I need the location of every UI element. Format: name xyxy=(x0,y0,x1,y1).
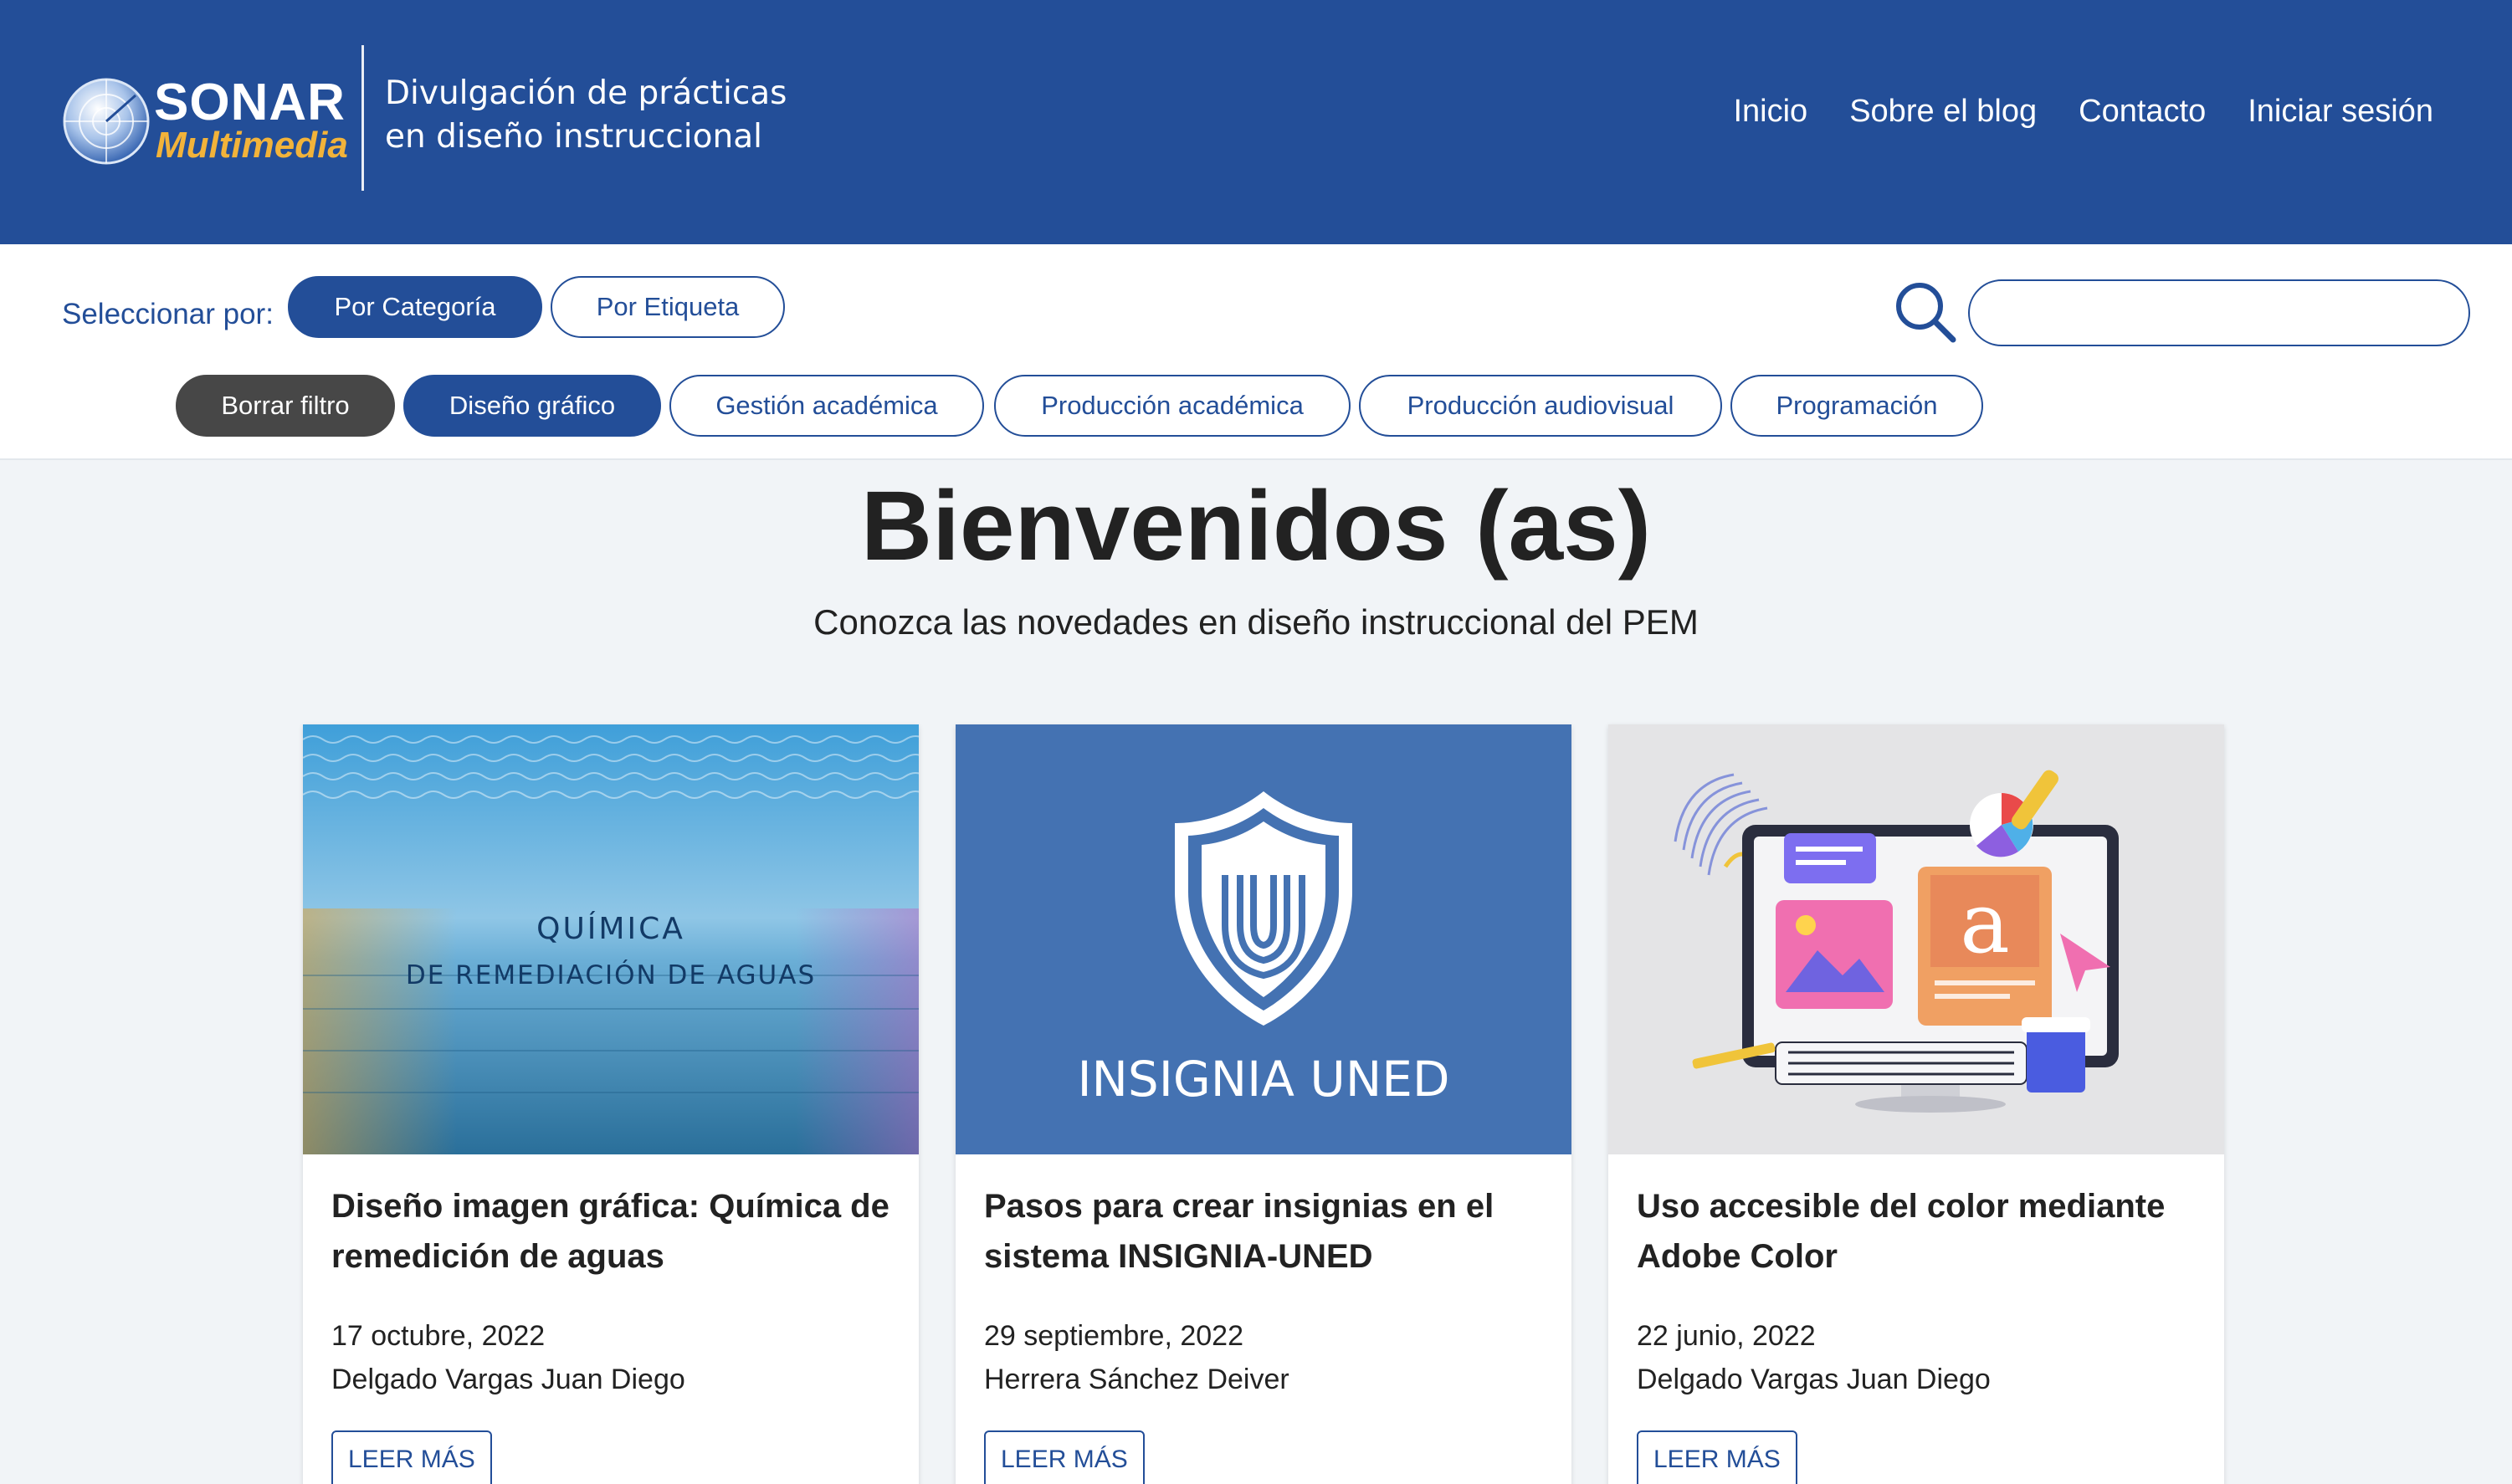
nav-link-sobre-el-blog[interactable]: Sobre el blog xyxy=(1849,94,2037,130)
post-thumbnail-insignia[interactable]: INSIGNIA UNED xyxy=(956,724,1571,1154)
post-author: Delgado Vargas Juan Diego xyxy=(331,1364,685,1395)
post-author: Herrera Sánchez Deiver xyxy=(984,1364,1289,1395)
category-diseno-grafico[interactable]: Diseño gráfico xyxy=(403,375,661,437)
post-date: 22 junio, 2022 xyxy=(1637,1320,1816,1352)
thumbnail-insignia-title: INSIGNIA UNED xyxy=(1077,1051,1449,1108)
post-author: Delgado Vargas Juan Diego xyxy=(1637,1364,1991,1395)
post-date: 29 septiembre, 2022 xyxy=(984,1320,1243,1352)
category-programacion[interactable]: Programación xyxy=(1730,375,1983,437)
site-logo[interactable]: SONAR Multimedia xyxy=(59,70,351,179)
post-card[interactable]: INSIGNIA UNED Pasos para crear insignias… xyxy=(956,724,1571,1484)
site-tagline: Divulgación de prácticas en diseño instr… xyxy=(385,72,820,159)
clear-filter-button[interactable]: Borrar filtro xyxy=(176,375,395,437)
post-thumbnail-quimica[interactable]: QUÍMICA DE REMEDIACIÓN DE AGUAS xyxy=(303,724,919,1154)
main-nav: Inicio Sobre el blog Contacto Iniciar se… xyxy=(1733,94,2433,130)
category-produccion-audiovisual[interactable]: Producción audiovisual xyxy=(1359,375,1722,437)
search-input[interactable] xyxy=(1968,279,2470,346)
thumbnail-quimica-title: QUÍMICA xyxy=(536,911,685,946)
post-card[interactable]: QUÍMICA DE REMEDIACIÓN DE AGUAS Diseño i… xyxy=(303,724,919,1484)
search-icon[interactable] xyxy=(1894,281,1956,343)
site-header: SONAR Multimedia Divulgación de práctica… xyxy=(0,0,2512,244)
nav-link-inicio[interactable]: Inicio xyxy=(1733,94,1807,130)
post-thumbnail-adobe-color[interactable]: a xyxy=(1608,724,2224,1154)
tagline-line-2: en diseño instruccional xyxy=(385,118,762,156)
category-gestion-academica[interactable]: Gestión académica xyxy=(669,375,984,437)
category-produccion-academica[interactable]: Producción académica xyxy=(994,375,1351,437)
filter-mode-tag-button[interactable]: Por Etiqueta xyxy=(551,276,785,338)
nav-link-contacto[interactable]: Contacto xyxy=(2079,94,2206,130)
read-more-button[interactable]: LEER MÁS xyxy=(331,1430,492,1484)
post-title[interactable]: Uso accesible del color mediante Adobe C… xyxy=(1637,1181,2206,1282)
header-divider xyxy=(361,45,364,191)
nav-link-iniciar-sesion[interactable]: Iniciar sesión xyxy=(2248,94,2433,130)
sonar-globe-icon xyxy=(63,78,150,165)
page-title: Bienvenidos (as) xyxy=(860,471,1652,581)
select-by-label: Seleccionar por: xyxy=(62,298,274,330)
read-more-button[interactable]: LEER MÁS xyxy=(1637,1430,1797,1484)
read-more-button[interactable]: LEER MÁS xyxy=(984,1430,1145,1484)
post-card[interactable]: a Uso accesible del color mediante Adobe… xyxy=(1608,724,2224,1484)
thumbnail-letter-a: a xyxy=(1960,874,2010,972)
post-title[interactable]: Diseño imagen gráfica: Química de remedi… xyxy=(331,1181,900,1282)
filter-bar: Seleccionar por: Por Categoría Por Etiqu… xyxy=(0,244,2512,460)
filter-mode-category-button[interactable]: Por Categoría xyxy=(288,276,542,338)
post-date: 17 octubre, 2022 xyxy=(331,1320,546,1352)
page-subtitle: Conozca las novedades en diseño instrucc… xyxy=(813,602,1699,642)
tagline-line-1: Divulgación de prácticas xyxy=(385,74,787,112)
post-title[interactable]: Pasos para crear insignias en el sistema… xyxy=(984,1181,1553,1282)
logo-subwordmark: Multimedia xyxy=(156,125,348,166)
thumbnail-quimica-subtitle: DE REMEDIACIÓN DE AGUAS xyxy=(406,959,816,990)
